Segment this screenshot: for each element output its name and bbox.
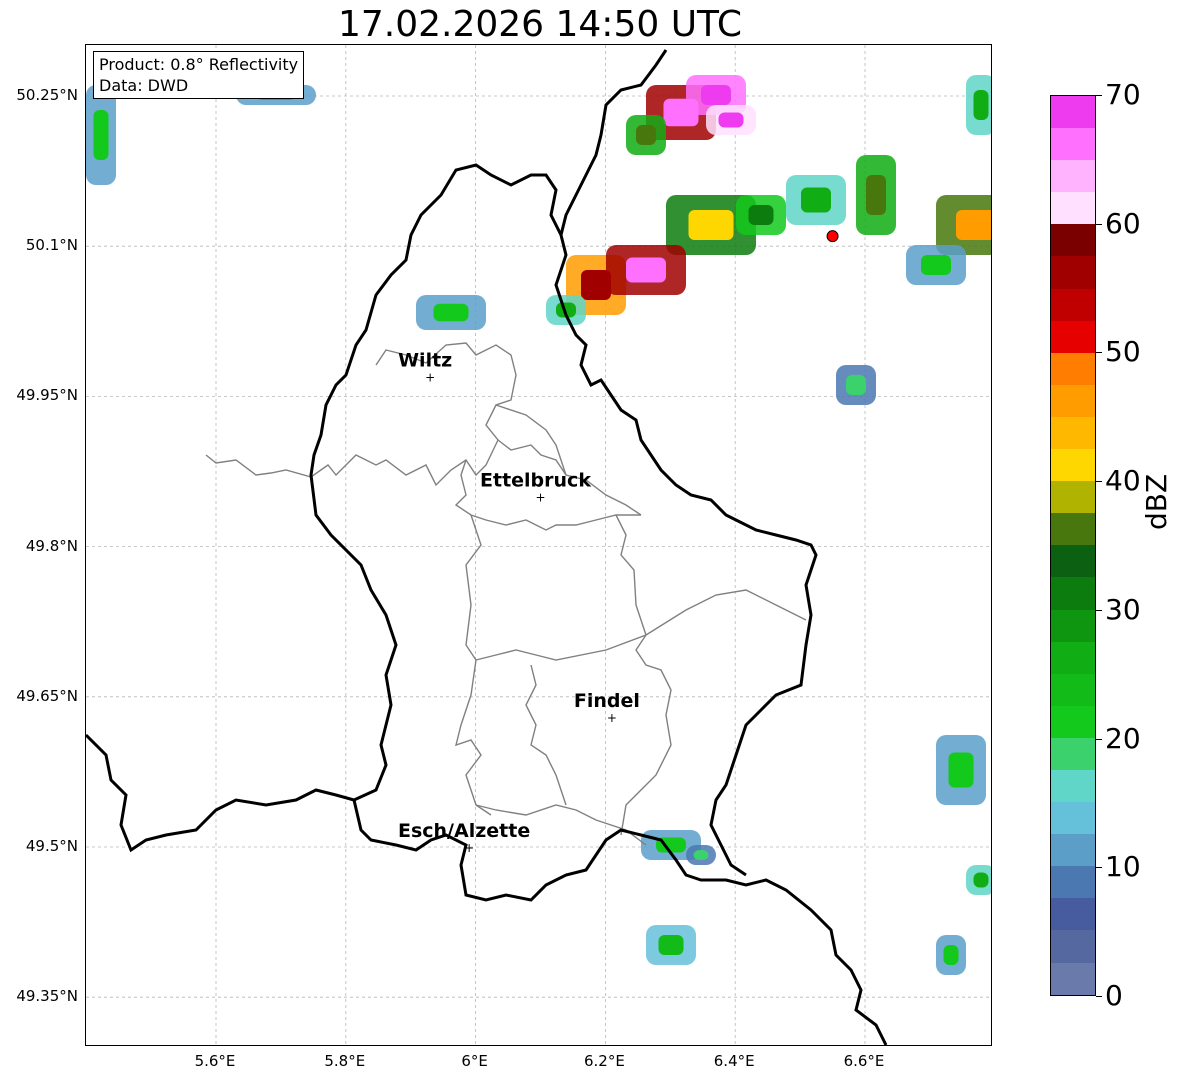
colorbar-tick-label: 70 (1105, 78, 1141, 111)
colorbar-tick-label: 60 (1105, 206, 1141, 240)
colorbar-segment (1051, 866, 1095, 899)
echo-core (693, 850, 709, 860)
lat-tick-label: 50.25°N (16, 86, 78, 104)
colorbar-segment (1051, 160, 1095, 193)
colorbar-segment (1051, 577, 1095, 610)
echo-core (718, 112, 744, 128)
colorbar-tick-label: 30 (1105, 592, 1141, 626)
colorbar (1050, 95, 1096, 996)
echo-core (973, 90, 989, 120)
radar-site-marker[interactable] (826, 230, 839, 243)
echo-core (866, 175, 886, 215)
colorbar-unit-label: dBZ (1140, 473, 1173, 530)
lon-tick-label: 5.6°E (194, 1052, 236, 1070)
colorbar-tick (1096, 867, 1102, 869)
colorbar-tick (1096, 223, 1102, 225)
lon-tick-label: 5.8°E (324, 1052, 366, 1070)
radar-echoes (86, 75, 991, 975)
colorbar-segment (1051, 705, 1095, 738)
colorbar-tick (1096, 738, 1102, 740)
lat-tick-label: 49.95°N (16, 386, 78, 405)
product-label: Product: 0.8° Reflectivity (99, 55, 299, 74)
colorbar-segment (1051, 673, 1095, 706)
colorbar-segment (1051, 96, 1095, 129)
product-info-box: Product: 0.8° Reflectivity Data: DWD (93, 51, 305, 99)
colorbar-tick-label: 40 (1105, 464, 1141, 498)
colorbar-segment (1051, 352, 1095, 385)
echo-core (921, 255, 951, 275)
lon-tick-label: 6.2°E (583, 1052, 625, 1070)
city-label: Ettelbruck (480, 470, 591, 492)
colorbar-segment (1051, 609, 1095, 642)
lat-tick-label: 49.8°N (25, 536, 78, 555)
lon-tick-label: 6.4°E (713, 1052, 755, 1070)
city-markers: +Wiltz+Ettelbruck+Findel+Esch/Alzette (398, 349, 640, 855)
data-source-label: Data: DWD (99, 76, 189, 95)
colorbar-segment (1051, 192, 1095, 225)
colorbar-tick (1096, 996, 1102, 997)
echo-core (948, 752, 974, 788)
colorbar-segment (1051, 769, 1095, 803)
lat-tick-label: 50.1°N (25, 236, 78, 255)
echo-core (658, 935, 684, 955)
echo-core (846, 375, 866, 395)
lat-tick-label: 49.35°N (16, 987, 78, 1006)
city-marker: +Wiltz (398, 349, 452, 384)
echo-core (626, 257, 666, 283)
colorbar-segment (1051, 224, 1095, 257)
echo-core (748, 205, 774, 225)
map-canvas: +Wiltz+Ettelbruck+Findel+Esch/Alzette (86, 45, 991, 1045)
echo-core (93, 110, 109, 160)
echo-core (943, 945, 959, 965)
colorbar-tick-label: 0 (1105, 979, 1123, 1012)
colorbar-tick-label: 50 (1105, 335, 1141, 369)
colorbar-segment (1051, 256, 1095, 289)
colorbar-segment (1051, 128, 1095, 161)
echo-core (801, 187, 831, 213)
echo-core (956, 210, 991, 240)
colorbar-segment (1051, 834, 1095, 867)
colorbar-segment (1051, 930, 1095, 963)
city-marker: +Ettelbruck (480, 470, 591, 505)
colorbar-tick (1096, 352, 1102, 354)
colorbar-segment (1051, 962, 1095, 995)
colorbar-tick (1096, 95, 1102, 96)
echo-core (688, 210, 734, 240)
colorbar-segment (1051, 320, 1095, 353)
echo-core (973, 872, 989, 888)
radar-map[interactable]: + Wiltz + Ettelbruck + Findel + Esch/Alzette (85, 44, 992, 1046)
city-label: Wiltz (398, 349, 452, 371)
colorbar-segment (1051, 384, 1095, 417)
colorbar-tick (1096, 609, 1102, 611)
city-plus-icon: + (535, 491, 545, 505)
map-title: 17.02.2026 14:50 UTC (337, 4, 743, 45)
colorbar-segment (1051, 737, 1095, 770)
city-label: Esch/Alzette (398, 820, 530, 842)
city-plus-icon: + (464, 841, 474, 855)
colorbar-segment (1051, 898, 1095, 931)
lon-tick-label: 6.6°E (843, 1052, 885, 1070)
colorbar-tick-label: 10 (1105, 850, 1141, 884)
colorbar-segment (1051, 416, 1095, 450)
echo-core (701, 85, 731, 105)
colorbar-segment (1051, 288, 1095, 321)
colorbar-segment (1051, 513, 1095, 546)
canton-boundaries (205, 342, 807, 846)
colorbar-segment (1051, 481, 1095, 514)
colorbar-segment (1051, 641, 1095, 674)
echo-core (433, 303, 469, 322)
colorbar-segment (1051, 449, 1095, 482)
city-label: Findel (574, 690, 640, 712)
echo-core (636, 125, 656, 145)
lon-tick-label: 6°E (461, 1052, 488, 1070)
lat-tick-label: 49.5°N (25, 837, 78, 855)
city-marker: +Findel (574, 690, 640, 725)
colorbar-tick-label: 20 (1105, 721, 1141, 755)
colorbar-segment (1051, 802, 1095, 835)
city-plus-icon: + (607, 711, 617, 725)
city-plus-icon: + (425, 370, 435, 384)
colorbar-tick (1096, 481, 1102, 483)
lat-tick-label: 49.65°N (16, 686, 78, 705)
colorbar-segment (1051, 545, 1095, 578)
